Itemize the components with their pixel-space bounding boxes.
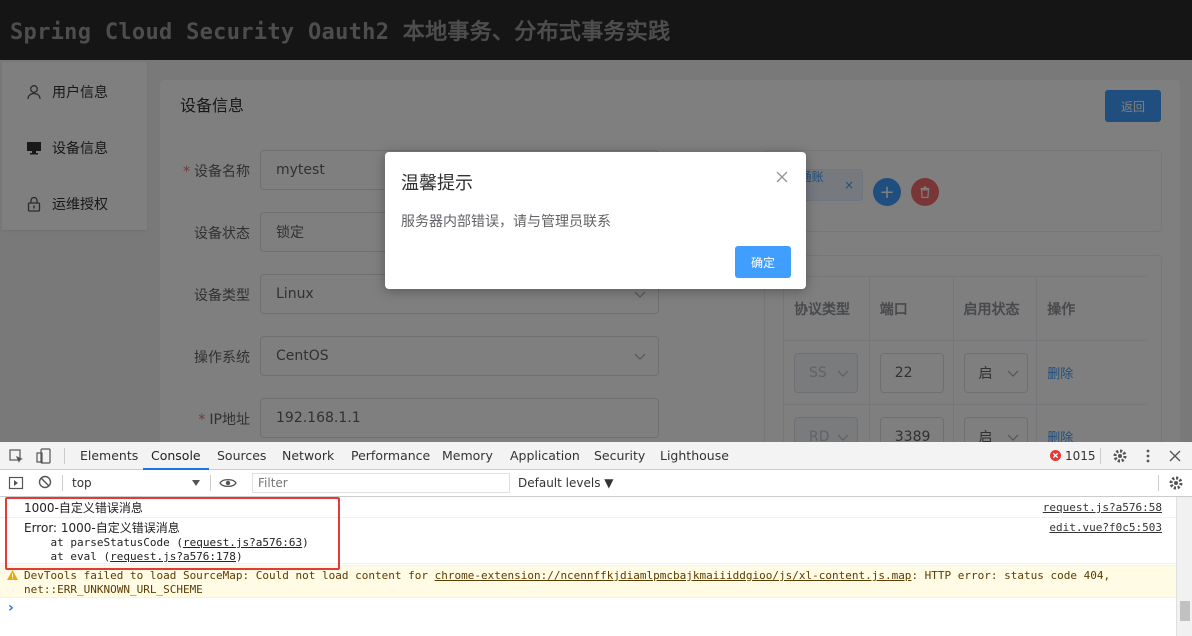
eye-icon[interactable] bbox=[219, 477, 237, 489]
console-toolbar: top Filter Default levels ▼ bbox=[0, 470, 1192, 497]
console-settings-icon[interactable] bbox=[1168, 475, 1184, 491]
warning-text: net::ERR_UNKNOWN_URL_SCHEME bbox=[24, 583, 203, 596]
gear-icon[interactable] bbox=[1112, 448, 1128, 464]
tab-sources[interactable]: Sources bbox=[217, 442, 266, 470]
warning-link[interactable]: chrome-extension://ncennffkjdiamlpmcbajk… bbox=[435, 569, 912, 582]
log-levels-dropdown[interactable]: Default levels ▼ bbox=[518, 476, 614, 490]
dialog-title: 温馨提示 bbox=[401, 173, 473, 194]
sidebar-toggle-icon[interactable] bbox=[8, 475, 24, 491]
divider bbox=[64, 448, 65, 464]
more-options-icon[interactable] bbox=[1142, 448, 1154, 464]
device-toolbar-icon[interactable] bbox=[36, 448, 52, 464]
tab-elements[interactable]: Elements bbox=[80, 442, 138, 470]
context-selector[interactable]: top bbox=[72, 476, 92, 490]
warning-text: DevTools failed to load SourceMap: Could… bbox=[24, 569, 435, 582]
tab-network[interactable]: Network bbox=[282, 442, 334, 470]
confirm-button[interactable]: 确定 bbox=[735, 246, 791, 278]
error-count[interactable]: 1015 bbox=[1065, 449, 1096, 463]
inspect-element-icon[interactable] bbox=[9, 449, 24, 464]
tab-application[interactable]: Application bbox=[510, 442, 580, 470]
console-scrollbar[interactable] bbox=[1176, 497, 1192, 636]
divider bbox=[1100, 448, 1101, 464]
dropdown-arrow-icon[interactable] bbox=[192, 480, 200, 486]
source-link[interactable]: edit.vue?f0c5:503 bbox=[1049, 521, 1162, 534]
clear-console-icon[interactable] bbox=[38, 475, 52, 489]
warning-icon bbox=[7, 570, 18, 580]
source-link[interactable]: request.js?a576:58 bbox=[1043, 501, 1162, 514]
devtools-tabbar: Elements Console Sources Network Perform… bbox=[0, 442, 1192, 470]
devtools-panel: Elements Console Sources Network Perform… bbox=[0, 442, 1192, 636]
error-icon bbox=[1050, 450, 1061, 461]
highlight-annotation-box bbox=[5, 497, 340, 570]
close-devtools-icon[interactable] bbox=[1169, 450, 1181, 462]
divider bbox=[210, 475, 211, 491]
alert-dialog: 温馨提示 服务器内部错误，请与管理员联系 确定 bbox=[385, 152, 806, 289]
tab-performance[interactable]: Performance bbox=[351, 442, 430, 470]
close-icon[interactable] bbox=[775, 170, 789, 184]
warning-text: : HTTP error: status code 404, bbox=[911, 569, 1111, 582]
divider bbox=[62, 475, 63, 491]
tab-security[interactable]: Security bbox=[594, 442, 645, 470]
tab-console[interactable]: Console bbox=[143, 442, 209, 470]
filter-input[interactable]: Filter bbox=[252, 473, 510, 493]
divider bbox=[1158, 475, 1159, 491]
tab-memory[interactable]: Memory bbox=[442, 442, 493, 470]
tab-lighthouse[interactable]: Lighthouse bbox=[660, 442, 729, 470]
dialog-message: 服务器内部错误，请与管理员联系 bbox=[401, 214, 611, 230]
scrollbar-thumb[interactable] bbox=[1180, 601, 1190, 621]
console-prompt[interactable]: › bbox=[8, 600, 14, 616]
